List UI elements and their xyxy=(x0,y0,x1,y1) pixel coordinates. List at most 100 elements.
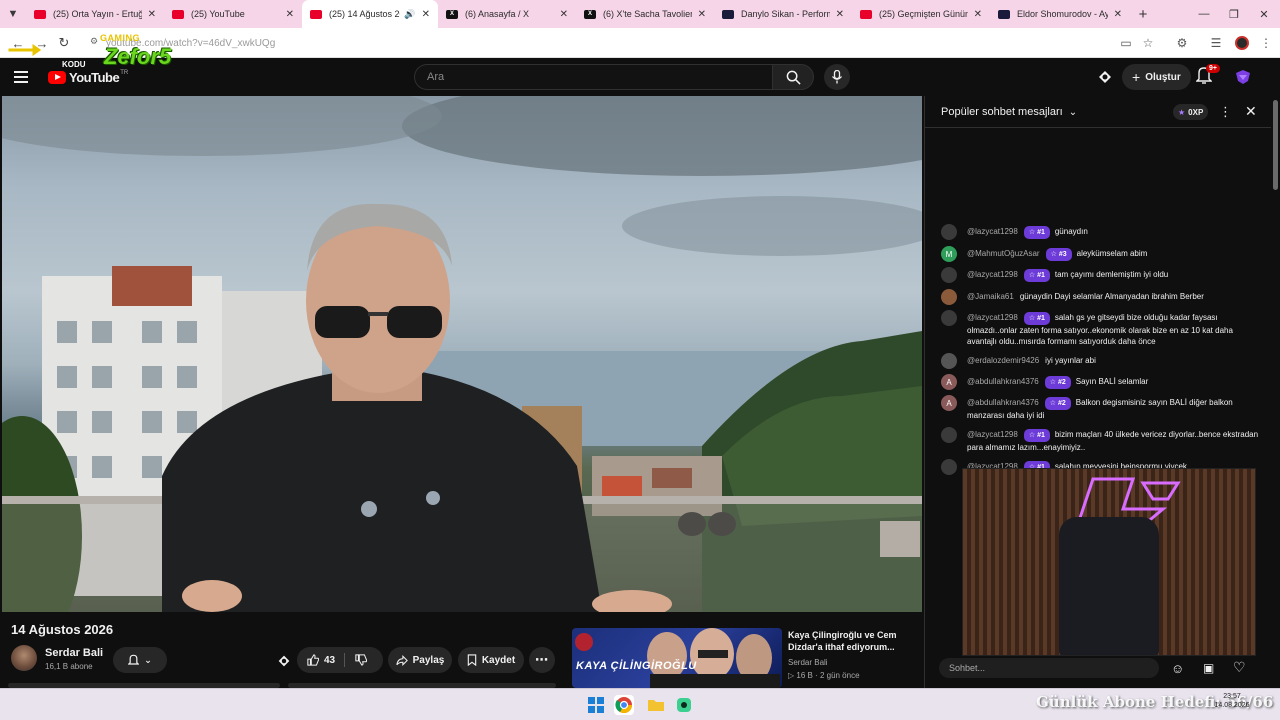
overlay-brand-name: Zefor5 xyxy=(104,44,172,69)
chat-rank-value: #2 xyxy=(1057,400,1066,407)
chat-input[interactable]: Sohbet... xyxy=(939,658,1159,678)
thumbnail-caption: KAYA ÇİLİNGİROĞLU xyxy=(576,660,697,672)
tab-close-icon[interactable]: ✕ xyxy=(698,9,706,20)
chat-message[interactable]: A @abdullahkran4376 ☆ #2 Balkon degismisini… xyxy=(941,395,1261,421)
chat-avatar[interactable] xyxy=(941,224,957,240)
tab-close-icon[interactable]: ✕ xyxy=(836,9,844,20)
chat-author[interactable]: @Jamaika61 xyxy=(967,292,1014,301)
new-tab-button[interactable]: + xyxy=(1130,6,1156,23)
media-control-icon[interactable]: ☰ xyxy=(1206,33,1226,53)
tab-close-icon[interactable]: ✕ xyxy=(422,9,430,20)
chat-avatar[interactable]: A xyxy=(941,395,957,411)
browser-menu-icon[interactable]: ⋮ xyxy=(1256,33,1276,53)
bookmark-star-icon[interactable]: ☆ xyxy=(1138,33,1158,53)
chat-avatar[interactable] xyxy=(941,267,957,283)
chat-message[interactable]: @lazycat1298 ☆ #1 bizim maçları 40 ülkede … xyxy=(941,427,1261,453)
chat-message[interactable]: @lazycat1298 ☆ #1 günaydın xyxy=(941,224,1261,240)
chat-rank-value: #3 xyxy=(1058,251,1067,258)
browser-tab[interactable]: (25) YouTube ✕ xyxy=(164,0,302,28)
browser-tab[interactable]: (25) 14 Ağustos 2026 🔊 ✕ xyxy=(302,0,438,28)
chat-author[interactable]: @lazycat1298 xyxy=(967,270,1018,279)
notifications-button[interactable]: 9+ xyxy=(1195,64,1220,88)
plus-icon: + xyxy=(1132,69,1141,85)
voice-search-button[interactable] xyxy=(824,64,850,90)
premium-gift-icon[interactable] xyxy=(1096,68,1114,86)
xp-badge[interactable]: ★ 0XP xyxy=(1173,104,1209,120)
create-button[interactable]: + Oluştur xyxy=(1122,64,1191,90)
emoji-icon[interactable]: ☺ xyxy=(1171,661,1184,676)
chat-text: iyi yayınlar abi xyxy=(1045,356,1096,365)
chrome-taskbar-icon[interactable] xyxy=(614,695,634,715)
browser-tab[interactable]: X (6) Anasayfa / X ✕ xyxy=(438,0,576,28)
tab-close-icon[interactable]: ✕ xyxy=(1114,9,1122,20)
system-clock[interactable]: 23:57 14.08.2026 xyxy=(1208,692,1256,710)
chat-message[interactable]: A @abdullahkran4376 ☆ #2 Sayın BALİ selamla… xyxy=(941,374,1261,390)
browser-tab[interactable]: Eldor Shomurodov - Ayrın ✕ xyxy=(990,0,1130,28)
gift-icon[interactable] xyxy=(276,653,292,669)
chat-avatar[interactable] xyxy=(941,459,957,475)
search-button[interactable] xyxy=(772,64,814,90)
more-actions-button[interactable]: ⋯ xyxy=(529,647,555,673)
browser-tab[interactable]: (25) Geçmişten Günümüz ✕ xyxy=(852,0,990,28)
chat-header: Popüler sohbet mesajları ⌄ ★ 0XP ⋮ ✕ xyxy=(925,96,1271,128)
recommended-title[interactable]: Kaya Çilingiroğlu ve Cem Dizdar'a ithaf … xyxy=(788,629,918,653)
like-button[interactable]: 43 xyxy=(307,654,335,666)
chat-message[interactable]: @erdalozdemir9426 iyi yayınlar abi xyxy=(941,353,1261,369)
chat-author[interactable]: @abdullahkran4376 xyxy=(967,377,1039,386)
channel-avatar[interactable] xyxy=(11,645,37,671)
chat-message[interactable]: @lazycat1298 ☆ #1 tam çayımı demlemiştim i… xyxy=(941,267,1261,283)
chat-close-icon[interactable]: ✕ xyxy=(1245,103,1257,120)
channel-name[interactable]: Serdar Bali xyxy=(45,647,103,659)
tab-close-icon[interactable]: ✕ xyxy=(560,9,568,20)
chat-avatar[interactable] xyxy=(941,310,957,326)
chat-author[interactable]: @lazycat1298 xyxy=(967,227,1018,236)
chat-author[interactable]: @lazycat1298 xyxy=(967,430,1018,439)
chat-mode-dropdown[interactable]: Popüler sohbet mesajları ⌄ xyxy=(941,106,1077,118)
tab-close-icon[interactable]: ✕ xyxy=(974,9,982,20)
share-button[interactable]: Paylaş xyxy=(388,647,452,673)
tab-close-icon[interactable]: ✕ xyxy=(286,9,294,20)
windows-start-icon[interactable] xyxy=(586,695,606,715)
channel-profile-icon[interactable] xyxy=(1234,68,1252,86)
file-explorer-icon[interactable] xyxy=(646,695,666,715)
chat-avatar[interactable]: M xyxy=(941,246,957,262)
close-window-button[interactable]: ✕ xyxy=(1248,0,1280,28)
browser-tab[interactable]: Danylo Sikan - Performan ✕ xyxy=(714,0,852,28)
chat-message[interactable]: @lazycat1298 ☆ #1 salah gs ye gitseydi biz… xyxy=(941,310,1261,347)
tab-search-icon[interactable]: ▼ xyxy=(0,0,26,28)
url-field[interactable]: ⚙ youtube.com/watch?v=46dV_xwkUQg xyxy=(84,32,1164,54)
chat-avatar[interactable]: A xyxy=(941,374,957,390)
chat-message[interactable]: M @MahmutOğuzAsar ☆ #3 aleykümselam abim xyxy=(941,246,1261,262)
browser-tab[interactable]: (25) Orta Yayın - Ertuğrul ✕ xyxy=(26,0,164,28)
chat-scrollbar[interactable] xyxy=(1272,96,1280,688)
recommended-channel[interactable]: Serdar Bali xyxy=(788,658,828,667)
video-player[interactable] xyxy=(2,96,922,612)
chat-avatar[interactable] xyxy=(941,353,957,369)
tab-close-icon[interactable]: ✕ xyxy=(148,9,156,20)
chat-author[interactable]: @abdullahkran4376 xyxy=(967,398,1039,407)
chat-avatar[interactable] xyxy=(941,427,957,443)
browser-tab[interactable]: X (6) X'te Sacha Tavolieri: " ✕ xyxy=(576,0,714,28)
more-horizontal-icon: ⋯ xyxy=(535,652,549,667)
dislike-button[interactable] xyxy=(355,654,372,669)
chat-message[interactable]: @Jamaika61 günaydin Dayi selamlar Almanya… xyxy=(941,289,1261,305)
minimize-button[interactable]: — xyxy=(1188,0,1220,28)
maximize-button[interactable]: ❐ xyxy=(1218,0,1250,28)
extensions-icon[interactable]: ⚙ xyxy=(1172,33,1192,53)
chat-more-icon[interactable]: ⋮ xyxy=(1219,104,1232,120)
chat-avatar[interactable] xyxy=(941,289,957,305)
chat-author[interactable]: @lazycat1298 xyxy=(967,313,1018,322)
heart-icon[interactable]: ♡ xyxy=(1233,659,1246,676)
super-chat-icon[interactable]: ▣ xyxy=(1203,661,1214,675)
notification-bell-button[interactable]: ⌄ xyxy=(113,647,167,673)
chat-author[interactable]: @erdalozdemir9426 xyxy=(967,356,1039,365)
search-input[interactable]: Ara xyxy=(414,64,772,90)
save-button[interactable]: Kaydet xyxy=(458,647,524,673)
recommended-thumbnail[interactable]: KAYA ÇİLİNGİROĞLU xyxy=(572,628,782,688)
cast-icon[interactable]: ▭ xyxy=(1116,33,1136,53)
chat-author[interactable]: @MahmutOğuzAsar xyxy=(967,249,1040,258)
app-taskbar-icon[interactable] xyxy=(674,695,694,715)
thumbnail-image xyxy=(575,628,780,688)
profile-avatar[interactable] xyxy=(1232,33,1252,53)
tab-audio-icon[interactable]: 🔊 xyxy=(404,9,415,20)
